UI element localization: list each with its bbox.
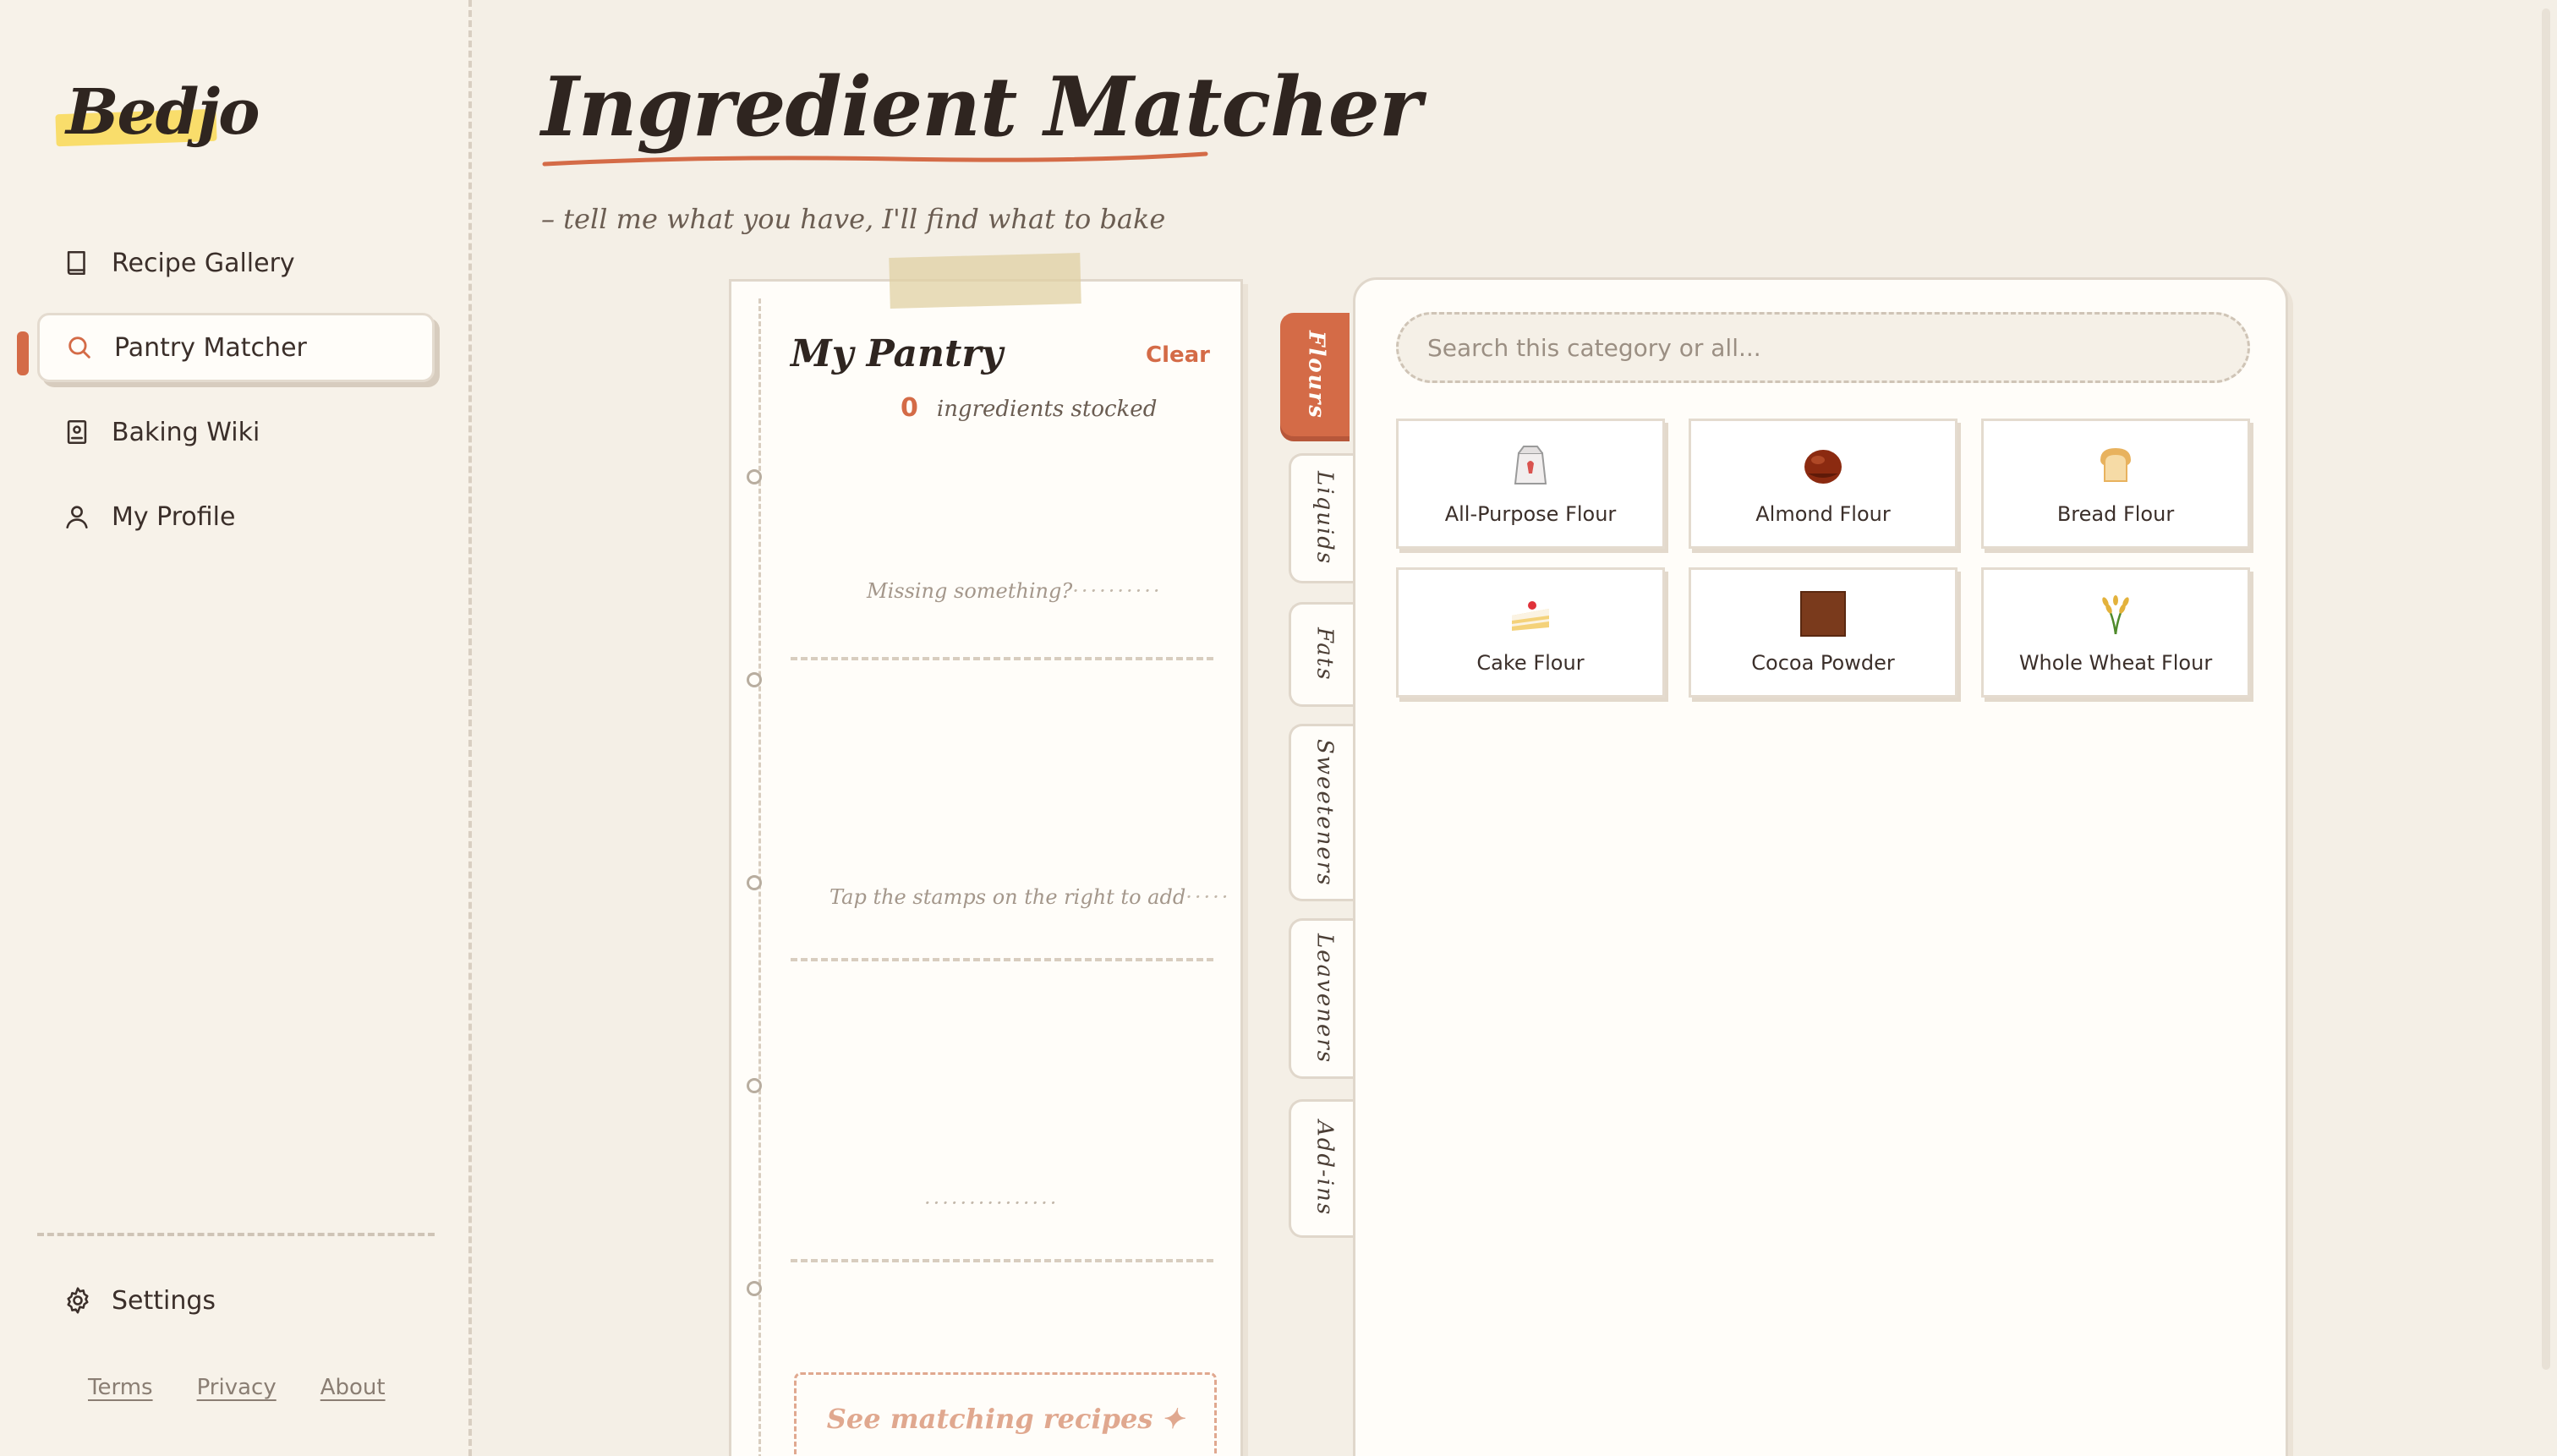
ingredient-count-label: ingredients stocked: [936, 397, 1158, 422]
active-nav-marker: [17, 331, 29, 375]
tab-label: Fats: [1311, 627, 1338, 681]
pantry-hint-empty: ···············: [924, 1191, 1059, 1215]
pantry-hint-missing: Missing something?··········: [867, 579, 1163, 603]
tab-label: Leaveners: [1311, 933, 1338, 1065]
ingredient-card-cake-flour[interactable]: Cake Flour: [1396, 567, 1665, 698]
hint-text: Tap the stamps on the right to add: [830, 885, 1186, 909]
tab-fats[interactable]: Fats: [1289, 602, 1358, 707]
search-icon: [68, 337, 90, 359]
binder-ring: [747, 672, 762, 687]
ingredient-name: Whole Wheat Flour: [2018, 651, 2213, 675]
note-line: [791, 657, 1213, 660]
ingredient-panel: All-Purpose Flour Almond Flour Bread Flo…: [1353, 277, 2288, 1456]
ingredient-name: Almond Flour: [1755, 502, 1891, 526]
wiki-book-icon: [67, 419, 87, 445]
sidebar: Bedjo Recipe Gallery Pantry Matcher Baki…: [0, 0, 472, 1456]
ingredient-card-bread-flour[interactable]: Bread Flour: [1981, 419, 2250, 549]
pantry-title: My Pantry: [791, 332, 1004, 375]
tab-liquids[interactable]: Liquids: [1289, 453, 1358, 583]
search-input[interactable]: [1427, 333, 2248, 362]
sidebar-item-label: Pantry Matcher: [114, 332, 307, 363]
ingredient-count: 0: [901, 393, 918, 423]
cake-icon: [1512, 601, 1549, 631]
pantry-hint-tap: Tap the stamps on the right to add·····: [830, 885, 1230, 909]
hint-text: Missing something?: [867, 579, 1073, 603]
clear-button[interactable]: Clear: [1146, 342, 1210, 368]
flour-bag-icon: [1514, 446, 1547, 484]
sidebar-item-label: Baking Wiki: [112, 417, 260, 447]
tab-flours[interactable]: Flours: [1280, 313, 1350, 436]
tab-add-ins[interactable]: Add-ins: [1289, 1099, 1358, 1238]
ingredient-card-all-purpose-flour[interactable]: All-Purpose Flour: [1396, 419, 1665, 549]
about-link[interactable]: About: [320, 1375, 386, 1400]
page-title: Ingredient Matcher: [541, 59, 1421, 155]
footer-links: Terms Privacy About: [88, 1375, 386, 1400]
tape-strip: [889, 253, 1081, 309]
tab-sweeteners[interactable]: Sweeteners: [1289, 724, 1358, 901]
see-matching-recipes-label: See matching recipes: [826, 1403, 1153, 1435]
sidebar-item-label: My Profile: [112, 501, 236, 532]
note-line: [791, 958, 1213, 961]
ingredient-grid: All-Purpose Flour Almond Flour Bread Flo…: [1396, 419, 2250, 698]
hint-dots: ···············: [924, 1191, 1059, 1215]
binder-ring: [747, 1078, 762, 1093]
tab-label: Flours: [1303, 330, 1329, 419]
sparkle-icon: ✦: [1161, 1403, 1185, 1435]
ingredient-name: Bread Flour: [2056, 502, 2175, 526]
user-icon: [66, 506, 88, 529]
tab-label: Add-ins: [1311, 1120, 1338, 1217]
ingredient-card-almond-flour[interactable]: Almond Flour: [1689, 419, 1957, 549]
ingredient-card-whole-wheat-flour[interactable]: Whole Wheat Flour: [1981, 567, 2250, 698]
tab-leaveners[interactable]: Leaveners: [1289, 918, 1358, 1079]
terms-link[interactable]: Terms: [88, 1375, 153, 1400]
pantry-notepad: My Pantry Clear 0 ingredients stocked Mi…: [729, 279, 1243, 1456]
page-scrollbar[interactable]: [2542, 8, 2550, 1370]
binder-ring: [747, 469, 762, 484]
wheat-icon: [2102, 595, 2129, 635]
chestnut-icon: [1804, 450, 1842, 484]
privacy-link[interactable]: Privacy: [197, 1375, 277, 1400]
ingredient-card-cocoa-powder[interactable]: Cocoa Powder: [1689, 567, 1957, 698]
sidebar-nav: Recipe Gallery Pantry Matcher Baking Wik…: [37, 228, 435, 567]
sidebar-divider: [37, 1233, 435, 1236]
title-underline: [542, 151, 1208, 167]
hint-dots: ··········: [1072, 579, 1163, 603]
note-line: [791, 1259, 1213, 1262]
cocoa-square-icon: [1800, 591, 1846, 637]
ingredient-name: All-Purpose Flour: [1444, 502, 1617, 526]
search-field[interactable]: [1396, 312, 2250, 383]
settings-label: Settings: [112, 1285, 216, 1316]
pantry-count: 0 ingredients stocked: [901, 393, 1157, 423]
see-matching-recipes-button[interactable]: See matching recipes ✦: [794, 1372, 1217, 1456]
gear-icon: [67, 1287, 89, 1314]
ingredient-name: Cake Flour: [1476, 651, 1585, 675]
tab-label: Liquids: [1311, 471, 1338, 566]
tab-label: Sweeteners: [1311, 738, 1338, 887]
bread-icon: [2100, 448, 2131, 482]
logo[interactable]: Bedjo: [52, 76, 260, 152]
binder-ring: [747, 1281, 762, 1296]
sidebar-item-pantry-matcher[interactable]: Pantry Matcher: [37, 313, 435, 382]
ingredient-name: Cocoa Powder: [1751, 651, 1895, 675]
page-subtitle: – tell me what you have, I'll find what …: [541, 203, 1166, 235]
sidebar-item-baking-wiki[interactable]: Baking Wiki: [37, 397, 435, 467]
sidebar-item-my-profile[interactable]: My Profile: [37, 482, 435, 551]
sidebar-item-label: Recipe Gallery: [112, 248, 295, 278]
sidebar-item-recipe-gallery[interactable]: Recipe Gallery: [37, 228, 435, 298]
hint-dots: ·····: [1185, 885, 1231, 909]
book-icon: [67, 250, 85, 276]
settings-button[interactable]: Settings: [63, 1285, 216, 1316]
logo-text: Bedjo: [66, 76, 260, 149]
binder-ring: [747, 875, 762, 890]
